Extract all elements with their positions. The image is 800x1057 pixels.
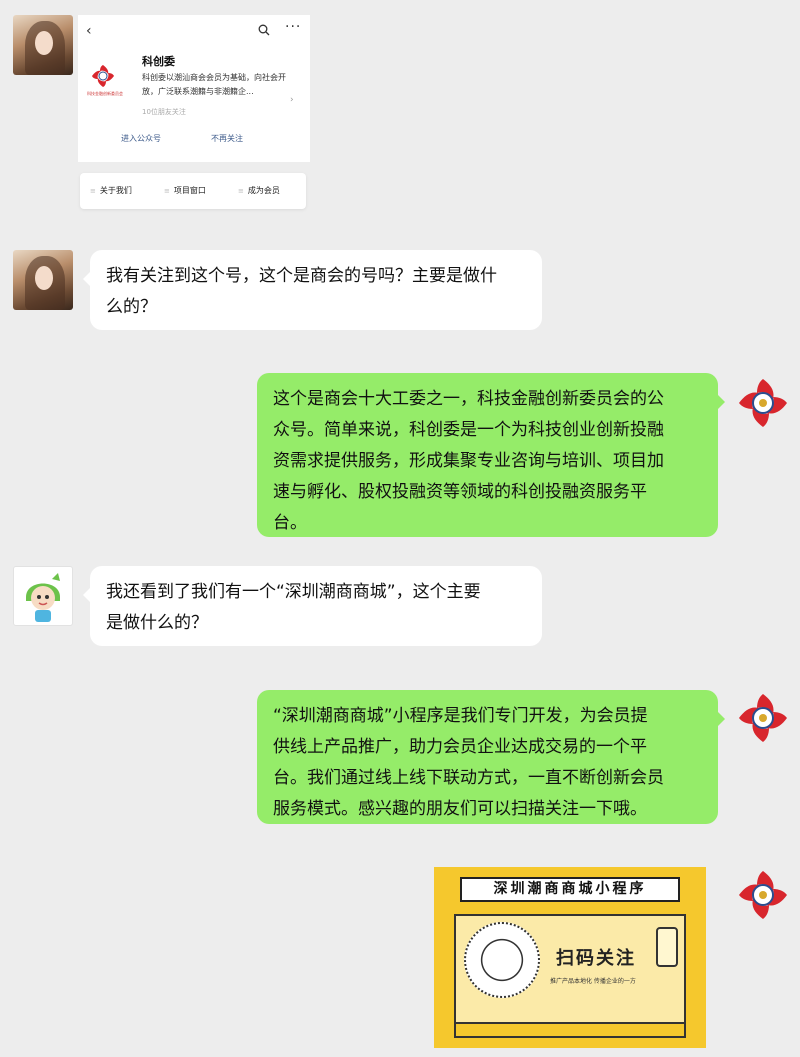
back-icon[interactable]: ‹ [86,23,92,39]
message-line: 我还看到了我们有一个“深圳潮商商城”，这个主要 [106,582,481,602]
message-line: 服务模式。感兴趣的朋友们可以扫描关注一下哦。 [273,799,647,819]
message-line: 台。我们通过线上线下联动方式，一直不断创新会员 [273,768,664,788]
message-line: 么的？ [106,297,157,317]
logo-icon [739,871,787,919]
phone-icon [656,927,678,967]
enter-account-button[interactable]: 进入公众号 [121,133,161,144]
chevron-right-icon: › [290,95,294,105]
account-logo-icon [92,65,114,87]
poster-title: 深圳潮商商城小程序 [460,877,680,902]
message-line: 速与孵化、股权投融资等领域的科创投融资服务平 [273,482,647,502]
message-line: 供线上产品推广，助力会员企业达成交易的一个平 [273,737,647,757]
account-title: 科创委 [142,55,175,68]
menu-item-about[interactable]: 关于我们 [90,185,132,196]
poster-cta: 扫码关注 [556,948,636,969]
logo-icon [739,379,787,427]
account-description: 科创委以潮汕商会会员为基础，向社会开放，广泛联系潮籍与非潮籍企... [142,73,286,96]
official-account-card[interactable]: ‹ ··· 科技金融创新委员会 科创委 科创委以潮汕商会会员为基础，向社会开放，… [78,15,310,162]
logo-icon [739,694,787,742]
message-line: 资需求提供服务，形成集聚专业咨询与培训、项目加 [273,451,664,471]
followers-count: 10位朋友关注 [142,108,186,116]
avatar[interactable] [13,566,73,626]
search-icon[interactable] [258,24,270,36]
logo-caption: 科技金融创新委员会 [87,91,123,96]
cartoon-kid-icon [26,573,60,622]
poster-subtitle: 推广产品本地化 传播企业的一方 [550,978,636,985]
qr-center-logo [486,944,518,976]
unfollow-button[interactable]: 不再关注 [211,133,243,144]
mini-program-poster[interactable]: 深圳潮商商城小程序 扫码关注 推广产品本地化 传播企业的一方 [434,867,706,1048]
message-bubble[interactable]: 这个是商会十大工委之一，科技金融创新委员会的公 众号。简单来说，科创委是一个为科… [257,373,725,537]
message-line: 是做什么的？ [106,613,208,633]
message-line: 众号。简单来说，科创委是一个为科技创业创新投融 [273,420,664,440]
message-bubble[interactable]: 我有关注到这个号，这个是商会的号吗？主要是做什 么的？ [83,250,542,330]
avatar[interactable] [735,690,791,746]
more-icon[interactable]: ··· [285,19,301,35]
menu-item-membership[interactable]: 成为会员 [238,185,280,196]
message-line: 台。 [273,513,307,533]
account-menu-bar: 关于我们 项目窗口 成为会员 [80,173,306,209]
message-line: 我有关注到这个号，这个是商会的号吗？主要是做什 [106,266,497,286]
avatar[interactable] [735,867,791,923]
avatar[interactable] [735,375,791,431]
avatar[interactable] [13,15,73,75]
message-bubble[interactable]: “深圳潮商商城”小程序是我们专门开发，为会员提 供线上产品推广，助力会员企业达成… [257,690,725,824]
poster-base [454,1024,686,1038]
message-bubble[interactable]: 我还看到了我们有一个“深圳潮商商城”，这个主要 是做什么的？ [83,566,542,646]
avatar[interactable] [13,250,73,310]
message-line: 这个是商会十大工委之一，科技金融创新委员会的公 [273,389,664,409]
message-line: “深圳潮商商城”小程序是我们专门开发，为会员提 [273,706,648,726]
menu-item-projects[interactable]: 项目窗口 [164,185,206,196]
